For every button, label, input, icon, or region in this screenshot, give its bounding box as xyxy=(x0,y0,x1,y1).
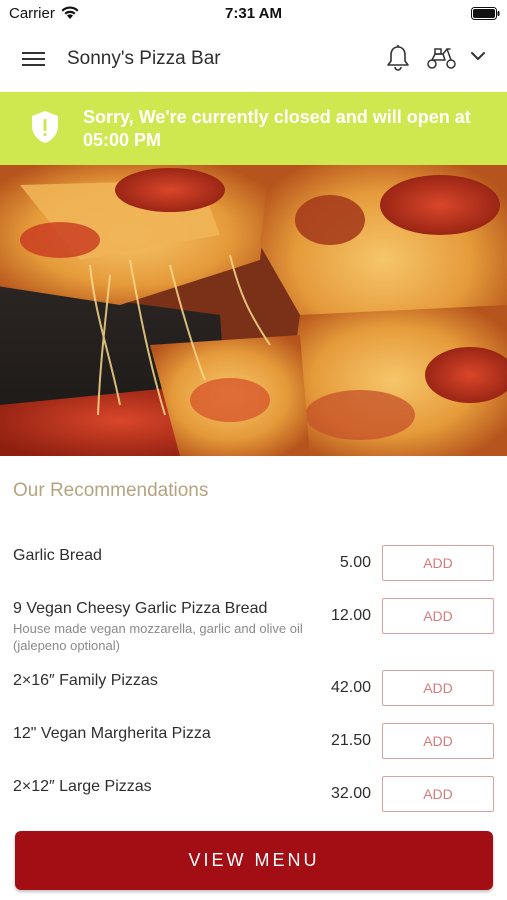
app-title: Sonny's Pizza Bar xyxy=(67,48,221,69)
add-button[interactable]: ADD xyxy=(382,723,494,759)
add-button[interactable]: ADD xyxy=(382,598,494,634)
recommendations-title: Our Recommendations xyxy=(13,480,209,501)
battery-icon xyxy=(471,7,500,20)
shield-alert-icon xyxy=(32,111,58,143)
view-menu-button[interactable]: VIEW MENU xyxy=(15,831,493,890)
item-name: Garlic Bread xyxy=(13,547,102,564)
item-price: 21.50 xyxy=(330,732,371,749)
item-description: House made vegan mozzarella, garlic and … xyxy=(13,621,303,653)
closed-message: Sorry, We're currently closed and will o… xyxy=(83,107,471,150)
item-name: 9 Vegan Cheesy Garlic Pizza Bread xyxy=(13,600,268,617)
item-price: 42.00 xyxy=(330,679,371,696)
item-name: 2×12″ Large Pizzas xyxy=(13,778,152,795)
scooter-icon[interactable] xyxy=(426,46,458,70)
item-price: 32.00 xyxy=(330,785,371,802)
item-price: 5.00 xyxy=(339,554,371,571)
hero-pizza-image xyxy=(0,165,507,456)
status-time: 7:31 AM xyxy=(225,5,282,22)
chevron-down-icon[interactable] xyxy=(470,50,486,62)
pizza-illustration xyxy=(0,165,507,456)
add-button[interactable]: ADD xyxy=(382,776,494,812)
add-button[interactable]: ADD xyxy=(382,545,494,581)
add-button[interactable]: ADD xyxy=(382,670,494,706)
hamburger-menu-icon[interactable] xyxy=(22,49,46,69)
item-name: 12" Vegan Margherita Pizza xyxy=(13,725,211,742)
nav-bar: Sonny's Pizza Bar xyxy=(0,28,507,92)
bell-icon[interactable] xyxy=(385,44,411,72)
item-price: 12.00 xyxy=(330,607,371,624)
status-bar: Carrier 7:31 AM xyxy=(0,0,507,28)
closed-banner: Sorry, We're currently closed and will o… xyxy=(0,92,507,165)
item-name: 2×16″ Family Pizzas xyxy=(13,672,158,689)
